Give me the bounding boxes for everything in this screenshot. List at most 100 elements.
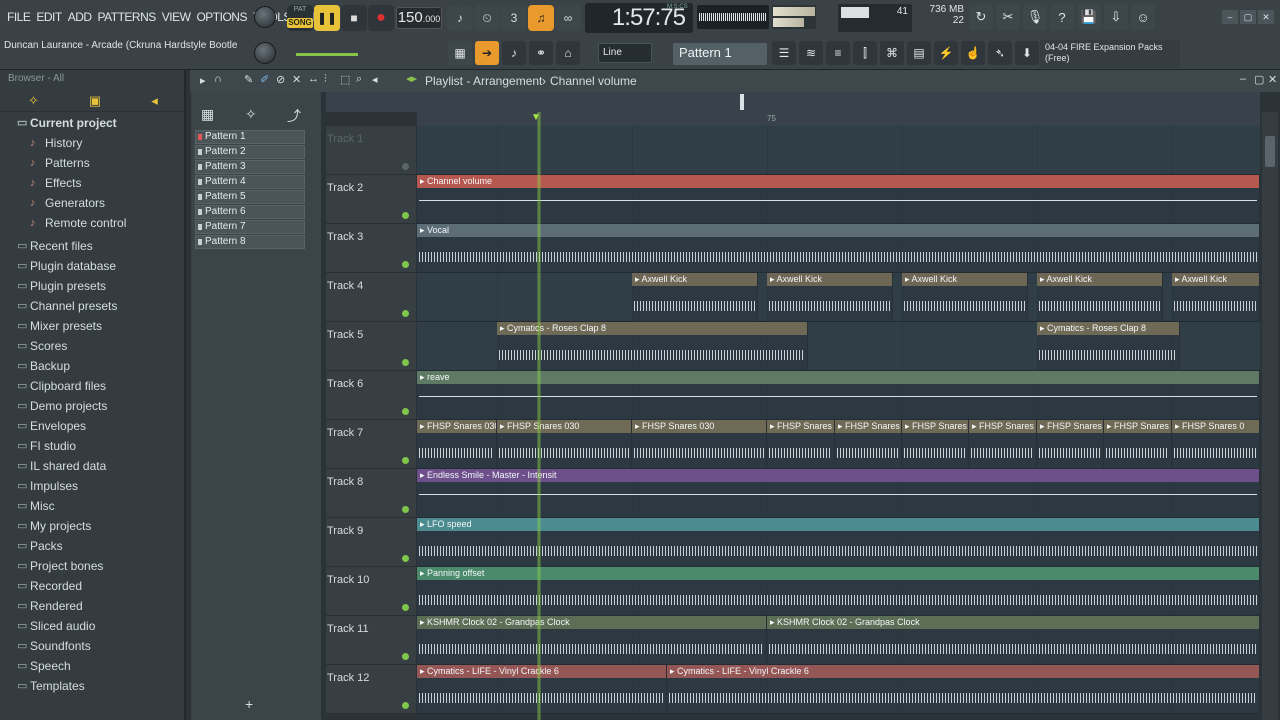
stop-button[interactable]: ■ <box>341 5 367 31</box>
browser-item[interactable]: ▭ Templates <box>0 676 186 696</box>
browser-item[interactable]: ♪ Generators <box>0 193 186 213</box>
track-name[interactable]: Track 5 <box>326 322 416 371</box>
track-body[interactable] <box>417 126 1260 175</box>
render-icon[interactable]: ⇩ <box>1104 4 1128 30</box>
track-enable-led[interactable] <box>402 359 409 366</box>
track-body[interactable]: ▸ Vocal <box>417 224 1260 273</box>
browser-item[interactable]: ▭ Project bones <box>0 556 186 576</box>
browser-item[interactable]: ▭ Sliced audio <box>0 616 186 636</box>
track-name[interactable]: Track 9 <box>326 518 416 567</box>
picker-auto-icon[interactable]: ⤴ <box>287 106 301 126</box>
browser-header[interactable]: Browser - All <box>0 70 184 90</box>
playlist-maximize-icon[interactable]: ▢ <box>1254 73 1264 86</box>
pat-song-toggle[interactable]: PAT SONG <box>287 5 313 31</box>
track-enable-led[interactable] <box>402 408 409 415</box>
playlist-clip[interactable]: ▸ LFO speed <box>417 518 1260 567</box>
playlist-clip[interactable]: ▸ FHSP Snares 0 <box>1104 420 1172 469</box>
time-display[interactable]: 1:57:75 M:S:CS <box>585 3 693 33</box>
picker-audio-icon[interactable]: ✧ <box>245 106 257 123</box>
browser-item[interactable]: ▭ Recorded <box>0 576 186 596</box>
add-pattern-icon[interactable]: + <box>245 696 253 712</box>
track-body[interactable]: ▸ Cymatics - LIFE - Vinyl Crackle 6 ▸ Cym… <box>417 665 1260 714</box>
menu-view[interactable]: VIEW <box>159 10 194 24</box>
track-body[interactable]: ▸ KSHMR Clock 02 - Grandpas Clock ▸ KSHMR… <box>417 616 1260 665</box>
playlist-clip[interactable]: ▸ Endless Smile - Master - Intensit <box>417 469 1260 518</box>
track-enable-led[interactable] <box>402 457 409 464</box>
record-button[interactable]: ● <box>368 5 394 31</box>
pattern-item[interactable]: Pattern 8 <box>195 235 305 249</box>
playlist-clip[interactable]: ▸ Cymatics - LIFE - Vinyl Crackle 6 <box>667 665 1260 714</box>
pattern-item[interactable]: Pattern 1 <box>195 130 305 144</box>
playlist-arrows-icon[interactable]: ◂▸ <box>406 72 417 85</box>
menu-file[interactable]: FILE <box>4 10 33 24</box>
playlist-clip[interactable]: ▸ FHSP Snares 0 <box>1037 420 1104 469</box>
pattern-item[interactable]: Pattern 3 <box>195 160 305 174</box>
track-body[interactable]: ▸ Panning offset <box>417 567 1260 616</box>
menu-edit[interactable]: EDIT <box>33 10 64 24</box>
project-picker-icon[interactable]: ⌘ <box>880 41 904 65</box>
track-body[interactable]: ▸ Cymatics - Roses Clap 8 ▸ Cymatics - Ro… <box>417 322 1260 371</box>
track-name[interactable]: Track 12 <box>326 665 416 714</box>
playlist-clip[interactable]: ▸ Axwell Kick <box>1037 273 1163 322</box>
browser-tree-icon[interactable]: ✧ <box>28 93 39 108</box>
track-body[interactable]: ▸ Endless Smile - Master - Intensit <box>417 469 1260 518</box>
playlist-clip[interactable]: ▸ FHSP Snares 030 <box>497 420 632 469</box>
playlist-clip[interactable]: ▸ Axwell Kick <box>767 273 893 322</box>
countdown-icon[interactable]: 3 <box>501 5 527 31</box>
browser-item[interactable]: ▭ Rendered <box>0 596 186 616</box>
track-body[interactable]: ▸ Axwell Kick ▸ Axwell Kick ▸ Axwell Kick ▸… <box>417 273 1260 322</box>
picker-piano-icon[interactable]: ▦ <box>201 106 214 123</box>
playlist-clip[interactable]: ▸ Panning offset <box>417 567 1260 616</box>
stamp-icon[interactable]: ⌂ <box>556 41 580 65</box>
delete-icon[interactable]: ⊘ <box>276 73 285 86</box>
vertical-scrollbar[interactable] <box>1262 112 1278 720</box>
download-icon[interactable]: ⬇ <box>1015 41 1039 65</box>
piano-icon[interactable]: ▦ <box>448 41 472 65</box>
browser-item[interactable]: ▭ FI studio <box>0 436 186 456</box>
track-name[interactable]: Track 10 <box>326 567 416 616</box>
save-icon[interactable]: 💾 <box>1077 4 1101 30</box>
playlist-clip[interactable]: ▸ FHSP Snares 0 <box>835 420 902 469</box>
step-edit-icon[interactable]: ♫ <box>528 5 554 31</box>
track-enable-led[interactable] <box>402 506 409 513</box>
browser-item[interactable]: ♪ Remote control <box>0 213 186 233</box>
browser-speaker-icon[interactable]: ◂ <box>151 93 158 108</box>
restore-icon[interactable]: ▢ <box>1240 10 1256 24</box>
track-body[interactable]: ▸ LFO speed <box>417 518 1260 567</box>
track-enable-led[interactable] <box>402 555 409 562</box>
track-body[interactable]: ▸ FHSP Snares 030 ▸ FHSP Snares 030 ▸ FHSP… <box>417 420 1260 469</box>
playlist-minimize-icon[interactable]: – <box>1240 73 1246 85</box>
track-name[interactable]: Track 11 <box>326 616 416 665</box>
playlist-clip[interactable]: ▸ Vocal <box>417 224 1260 273</box>
playlist-clip[interactable]: ▸ KSHMR Clock 02 - Grandpas Clock <box>767 616 1260 665</box>
playlist-clip[interactable]: ▸ KSHMR Clock 02 - Grandpas Clock <box>417 616 767 665</box>
track-enable-led[interactable] <box>402 261 409 268</box>
arrow-tool-icon[interactable]: ➔ <box>475 41 499 65</box>
track-name[interactable]: Track 1 <box>326 126 416 175</box>
magnet-icon[interactable]: ∩ <box>214 73 222 85</box>
browser-item[interactable]: ▭ My projects <box>0 516 186 536</box>
slip-icon[interactable]: ↔ <box>308 73 319 85</box>
close-icon[interactable]: ✕ <box>1258 10 1274 24</box>
menu-patterns[interactable]: PATTERNS <box>95 10 159 24</box>
track-enable-led[interactable] <box>402 653 409 660</box>
playlist-clip[interactable]: ▸ Axwell Kick <box>902 273 1028 322</box>
tempo-display[interactable]: 150.000 <box>396 7 442 29</box>
pattern-item[interactable]: Pattern 7 <box>195 220 305 234</box>
playlist-clip[interactable]: ▸ Cymatics - Roses Clap 8 <box>497 322 808 371</box>
master-pitch-knob[interactable] <box>254 42 276 64</box>
pattern-item[interactable]: Pattern 2 <box>195 145 305 159</box>
browser-item[interactable]: ▭ Speech <box>0 656 186 676</box>
playlist-clip[interactable]: ▸ reave <box>417 371 1260 420</box>
browser-item[interactable]: ♪ Patterns <box>0 153 186 173</box>
browser-item[interactable]: ▭ Current project <box>0 113 186 133</box>
track-enable-led[interactable] <box>402 310 409 317</box>
tempo-tapper-icon[interactable]: ☝ <box>961 41 985 65</box>
browser-item[interactable]: ▭ Clipboard files <box>0 376 186 396</box>
playlist-clip[interactable]: ▸ FHSP Snares 0 <box>1172 420 1260 469</box>
master-slider[interactable] <box>296 53 358 56</box>
track-enable-led[interactable] <box>402 212 409 219</box>
browser-item[interactable]: ♪ Effects <box>0 173 186 193</box>
playlist-clip[interactable]: ▸ FHSP Snares 0 <box>767 420 835 469</box>
channel-rack-icon[interactable]: ≋ <box>799 41 823 65</box>
